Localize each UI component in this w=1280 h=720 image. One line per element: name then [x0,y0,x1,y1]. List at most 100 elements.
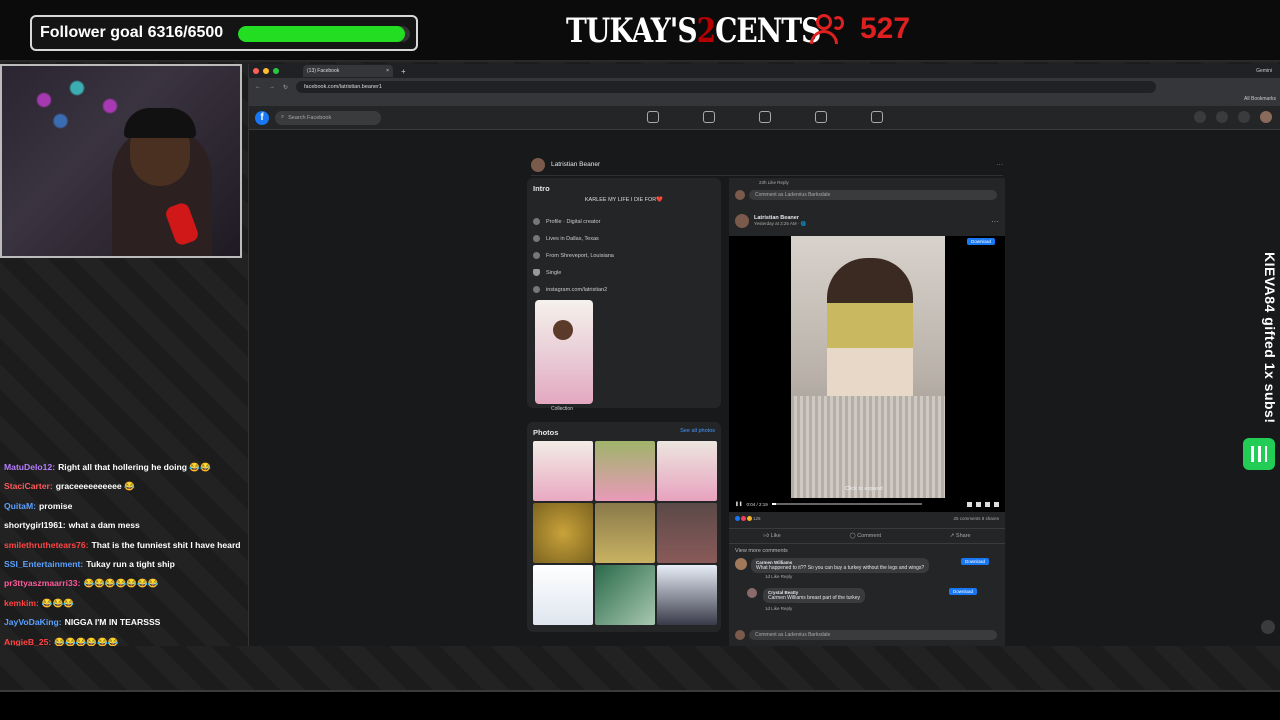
like-icon: 👍︎ [763,533,770,539]
share-button[interactable]: ↗ Share [950,533,971,539]
url-field[interactable]: facebook.com/latristian.beaner1 [296,81,1157,93]
photo-thumbnail[interactable] [533,503,593,563]
download-button[interactable]: Download [949,588,978,595]
reload-icon[interactable]: ↻ [283,84,288,91]
featured-caption: Collection [551,406,573,412]
comment-item: Carmen Williams What happened to it?? So… [735,558,999,580]
comment-button[interactable]: ◯ Comment [850,533,882,539]
comment-input[interactable]: Comment as Ladenrius Barksdale [749,630,997,640]
haha-reaction-icon [747,516,752,521]
commenter-avatar[interactable] [735,558,747,570]
photo-thumbnail[interactable] [533,565,593,625]
comment-reply: Crystal Beatty Carmen Williams breast pa… [747,588,999,612]
comment-text: What happened to it?? So you can buy a t… [756,565,925,571]
back-icon[interactable]: ← [255,84,261,90]
settings-icon[interactable] [967,501,972,507]
groups-icon[interactable] [815,111,827,123]
close-window-icon[interactable] [253,68,259,74]
comments-count[interactable]: 25 comments [953,516,980,521]
chat-username[interactable]: pr3ttyaszmaarri33: [4,578,80,588]
follower-goal-label: Follower goal 6316/6500 [40,24,224,41]
profile-avatar[interactable] [531,157,545,172]
photos-card: Photos See all photos [527,422,721,632]
like-label: Like [770,533,781,539]
volume-icon[interactable] [994,501,999,507]
maximize-window-icon[interactable] [273,68,279,74]
chat-username[interactable]: StaciCarter: [4,481,53,491]
all-bookmarks-button[interactable]: All Bookmarks [1244,96,1276,102]
photo-thumbnail[interactable] [657,441,717,501]
profile-name[interactable]: Latristian Beaner [551,161,600,168]
comment-bubble: Crystal Beatty Carmen Williams breast pa… [763,588,865,603]
new-tab-icon[interactable]: + [401,67,406,76]
chat-username[interactable]: smilethruthetears76: [4,540,89,550]
close-tab-icon[interactable]: × [386,68,389,74]
comment-meta[interactable]: 1d Like Reply [765,574,792,579]
gift-sub-text: KIEVA84 gifted 1x subs! [1262,252,1278,424]
post-options-icon[interactable]: ··· [991,217,999,226]
previous-comment-actions: 23h Like Reply [759,180,789,185]
home-icon [533,235,540,242]
intro-row-from: From Shreveport, Louisiana [533,247,715,264]
forward-icon[interactable]: → [269,84,275,90]
photo-thumbnail[interactable] [595,441,655,501]
tab-facebook[interactable]: (13) Facebook × [303,65,393,77]
home-icon[interactable] [647,111,659,123]
gift-sub-banner: KIEVA84 gifted 1x subs! [1240,250,1280,470]
comment-box-bottom: Comment as Ladenrius Barksdale [729,628,1005,642]
click-to-expand[interactable]: Click to expand [845,486,883,492]
chat-username[interactable]: SSI_Entertainment: [4,559,83,569]
chat-username[interactable]: QuitaM: [4,501,36,511]
post-author-avatar[interactable] [735,214,749,228]
chat-username[interactable]: MatuDelo12: [4,462,55,472]
gaming-icon[interactable] [871,111,883,123]
photo-thumbnail[interactable] [657,565,717,625]
comment-input[interactable]: Comment as Ladenrius Barksdale [749,190,997,200]
facebook-search-input[interactable]: ⌕ Search Facebook [275,110,381,125]
commenter-avatar[interactable] [747,588,757,598]
post-time[interactable]: Yesterday at 3:25 AM · 🌐 [754,221,806,227]
photo-thumbnail[interactable] [595,503,655,563]
like-button[interactable]: 👍︎ Like [763,533,780,539]
facebook-logo-icon[interactable]: f [255,110,269,125]
reactions[interactable]: 126 [735,516,761,521]
comment-meta[interactable]: 1d Like Reply [765,606,792,611]
tab-title: (13) Facebook [307,68,340,74]
download-button[interactable]: Download [961,558,990,565]
chat-message: shortygirl1961: what a dam mess [4,516,274,535]
featured-collection-thumbnail[interactable] [535,300,593,404]
pause-icon[interactable]: ❚❚ [735,501,743,507]
chat-username[interactable]: kemkim: [4,598,39,608]
minimize-window-icon[interactable] [263,68,269,74]
pip-icon[interactable] [985,501,990,507]
more-options-icon[interactable]: ··· [997,161,1004,168]
photo-thumbnail[interactable] [533,441,593,501]
shares-count[interactable]: 8 shares [982,516,999,521]
intro-bio: KARLEE MY LIFE I DIE FOR❤️ [584,197,664,203]
menu-grid-icon[interactable] [1194,111,1206,123]
see-all-photos-link[interactable]: See all photos [680,428,715,437]
users-icon [810,12,850,46]
video-icon[interactable] [703,111,715,123]
account-avatar[interactable] [1260,111,1272,123]
intro-row-instagram[interactable]: instagram.com/latristian2 [533,281,715,298]
notifications-icon[interactable] [1238,111,1250,123]
marketplace-icon[interactable] [759,111,771,123]
fullscreen-icon[interactable] [976,501,981,507]
streamer-cap [124,108,196,138]
messenger-icon[interactable] [1216,111,1228,123]
photo-thumbnail[interactable] [657,503,717,563]
comment-label: Comment [857,533,882,539]
brand-logo: TUKAY'S2CENTS [566,11,821,51]
view-more-comments[interactable]: View more comments [735,548,788,554]
download-button[interactable]: Download [967,238,996,245]
photo-thumbnail[interactable] [595,565,655,625]
video-player[interactable]: Download Click to expand ❚❚ 0:04 / 2:19 [729,236,1005,512]
reaction-count: 126 [753,516,761,521]
commenter-avatar [735,630,745,640]
new-message-icon[interactable] [1261,620,1275,634]
chat-username[interactable]: shortygirl1961: [4,520,66,530]
gemini-button[interactable]: Gemini [1256,68,1272,74]
chat-username[interactable]: JayVoDaKing: [4,617,62,627]
video-progress-bar[interactable] [771,503,922,505]
